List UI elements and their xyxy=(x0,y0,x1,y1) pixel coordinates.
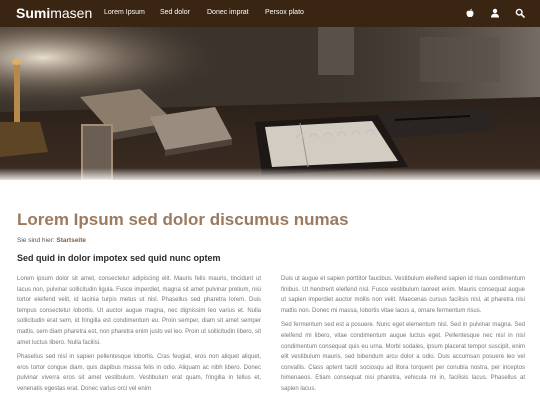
hero-desk-illustration xyxy=(0,27,540,180)
breadcrumb-link-home[interactable]: Startseite xyxy=(56,237,86,244)
top-navigation-bar: Sumimasen Lorem Ipsum Sed dolor Donec im… xyxy=(0,0,540,27)
paragraph: Sed fermentum sed est a posuere. Nunc eg… xyxy=(281,322,525,392)
search-icon[interactable] xyxy=(515,8,525,18)
logo-light-text: masen xyxy=(50,5,93,21)
menu-item-persox-plato[interactable]: Persox plato xyxy=(265,9,304,16)
paragraph: Duis ut augue et sapien porttitor faucib… xyxy=(281,276,525,314)
logo-bold-text: Sumi xyxy=(16,5,51,21)
breadcrumb-prefix: Sie sind hier: xyxy=(17,237,55,244)
page-title: Lorem Ipsum sed dolor discumus numas xyxy=(17,210,349,229)
menu-item-donec-imprat[interactable]: Donec imprat xyxy=(207,9,249,16)
content-column-right: Duis ut augue et sapien porttitor faucib… xyxy=(281,274,525,405)
menu-item-sed-dolor[interactable]: Sed dolor xyxy=(160,9,190,16)
paragraph: Phasellus sed nisl in sapien pellentesqu… xyxy=(17,354,261,392)
menu-item-lorem-ipsum[interactable]: Lorem Ipsum xyxy=(104,9,145,16)
hero-image xyxy=(0,27,540,180)
site-logo[interactable]: Sumimasen xyxy=(16,5,92,21)
paragraph: Lorem ipsum dolor sit amet, consectetur … xyxy=(17,276,261,346)
apple-icon[interactable] xyxy=(465,8,475,18)
section-title: Sed quid in dolor impotex sed quid nunc … xyxy=(17,253,221,263)
user-icon[interactable] xyxy=(490,8,500,18)
content-column-left: Lorem ipsum dolor sit amet, consectetur … xyxy=(17,274,261,405)
hero-bottom-fade xyxy=(0,168,540,182)
breadcrumb: Sie sind hier: Startseite xyxy=(17,237,86,244)
